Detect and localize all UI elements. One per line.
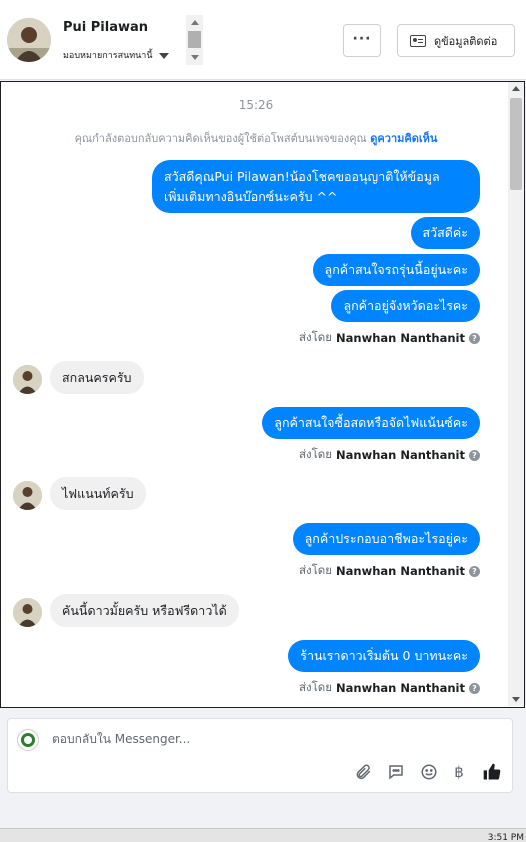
header-scrollbar[interactable]	[186, 15, 203, 65]
outgoing-message: ลูกค้าอยู่จังหวัดอะไรคะ	[331, 290, 480, 322]
outgoing-message: ลูกค้าประกอบอาชีพอะไรอยู่คะ	[292, 523, 480, 555]
message-text: สวัสดีคุณPui Pilawan!น้องโชคขออนุญาติให้…	[164, 168, 440, 184]
reply-composer: ฿	[7, 718, 513, 793]
baht-icon[interactable]: ฿	[448, 761, 470, 783]
scroll-up-icon[interactable]	[191, 20, 199, 25]
outgoing-message: ลูกค้าสนใจซื้อสดหรือจัดไฟแน้นซ์คะ	[262, 407, 480, 439]
view-contact-button[interactable]: ดูข้อมูลติดต่อ	[397, 24, 515, 57]
outgoing-message: สวัสดีค่ะ	[410, 217, 480, 249]
contact-avatar[interactable]	[7, 18, 51, 62]
chat-bubble-icon[interactable]	[385, 761, 407, 783]
sender-name[interactable]: Nanwhan Nanthanit	[336, 564, 465, 578]
sent-by-label: ส่งโดย	[298, 680, 333, 694]
contact-name[interactable]: Pui Pilawan	[63, 20, 148, 35]
sender-name[interactable]: Nanwhan Nanthanit	[336, 681, 465, 695]
scroll-up-icon[interactable]	[512, 86, 520, 91]
incoming-message: คันนี้ดาวมั้ยครับ หรือฟรีดาวได้	[50, 594, 239, 627]
thumbs-up-icon[interactable]	[481, 761, 503, 783]
sender-name[interactable]: Nanwhan Nanthanit	[336, 448, 465, 462]
help-icon[interactable]: ?	[469, 332, 480, 344]
taskbar: 3:51 PM	[0, 828, 526, 842]
sent-by-label: ส่งโดย	[298, 330, 333, 344]
scroll-down-icon[interactable]	[512, 697, 520, 702]
assign-label: มอบหมายการสนทนานี้	[63, 51, 153, 61]
contact-avatar-small	[13, 365, 42, 394]
sent-by: ส่งโดย Nanwhan Nanthanit ?	[299, 329, 480, 347]
contact-avatar-small	[13, 598, 42, 627]
system-clock: 3:51 PM	[487, 833, 524, 842]
contact-avatar-small	[13, 481, 42, 510]
sent-by: ส่งโดย Nanwhan Nanthanit ?	[299, 679, 480, 697]
sent-by: ส่งโดย Nanwhan Nanthanit ?	[299, 562, 480, 580]
sender-name[interactable]: Nanwhan Nanthanit	[336, 331, 465, 345]
reply-input[interactable]	[52, 732, 432, 746]
timestamp: 15:26	[238, 98, 274, 112]
reply-notice-text: คุณกำลังตอบกลับความคิดเห็นของผู้ใช้ต่อโพ…	[74, 132, 367, 145]
outgoing-message: ร้านเราดาวเริ่มต้น 0 บาทนะคะ	[288, 640, 480, 672]
sent-by: ส่งโดย Nanwhan Nanthanit ?	[299, 446, 480, 464]
paperclip-icon[interactable]	[352, 761, 374, 783]
conversation-header: Pui Pilawan มอบหมายการสนทนานี้ ··· ดูข้อ…	[0, 0, 526, 80]
sent-by-label: ส่งโดย	[298, 447, 333, 461]
message-thread[interactable]: 15:26 คุณกำลังตอบกลับความคิดเห็นของผู้ใช…	[0, 81, 525, 708]
sent-by-label: ส่งโดย	[298, 563, 333, 577]
incoming-message: สกลนครครับ	[50, 361, 144, 394]
help-icon[interactable]: ?	[469, 565, 480, 577]
message-text: เพิ่มเติมทางอินบ๊อกซ์นะครับ ^^	[164, 188, 338, 204]
view-comment-link[interactable]: ดูความคิดเห็น	[370, 132, 437, 145]
outgoing-message: สวัสดีคุณPui Pilawan!น้องโชคขออนุญาติให้…	[152, 160, 480, 213]
scroll-down-icon[interactable]	[191, 55, 199, 60]
contact-card-icon	[410, 34, 426, 47]
more-options-button[interactable]: ···	[343, 24, 381, 57]
scroll-thumb[interactable]	[510, 98, 522, 190]
view-contact-label: ดูข้อมูลติดต่อ	[434, 34, 498, 48]
caret-down-icon	[158, 52, 169, 59]
smiley-icon[interactable]	[418, 761, 440, 783]
scroll-thumb[interactable]	[188, 31, 201, 48]
thread-scrollbar[interactable]	[508, 82, 524, 706]
assign-conversation-dropdown[interactable]: มอบหมายการสนทนานี้	[63, 48, 169, 62]
reply-notice: คุณกำลังตอบกลับความคิดเห็นของผู้ใช้ต่อโพ…	[1, 129, 511, 147]
help-icon[interactable]: ?	[469, 682, 480, 694]
incoming-message: ไฟแนนท์ครับ	[50, 477, 146, 510]
page-avatar	[17, 729, 39, 751]
outgoing-message: ลูกค้าสนใจรถรุ่นนี้อยู่นะคะ	[312, 254, 480, 286]
help-icon[interactable]: ?	[469, 449, 480, 461]
